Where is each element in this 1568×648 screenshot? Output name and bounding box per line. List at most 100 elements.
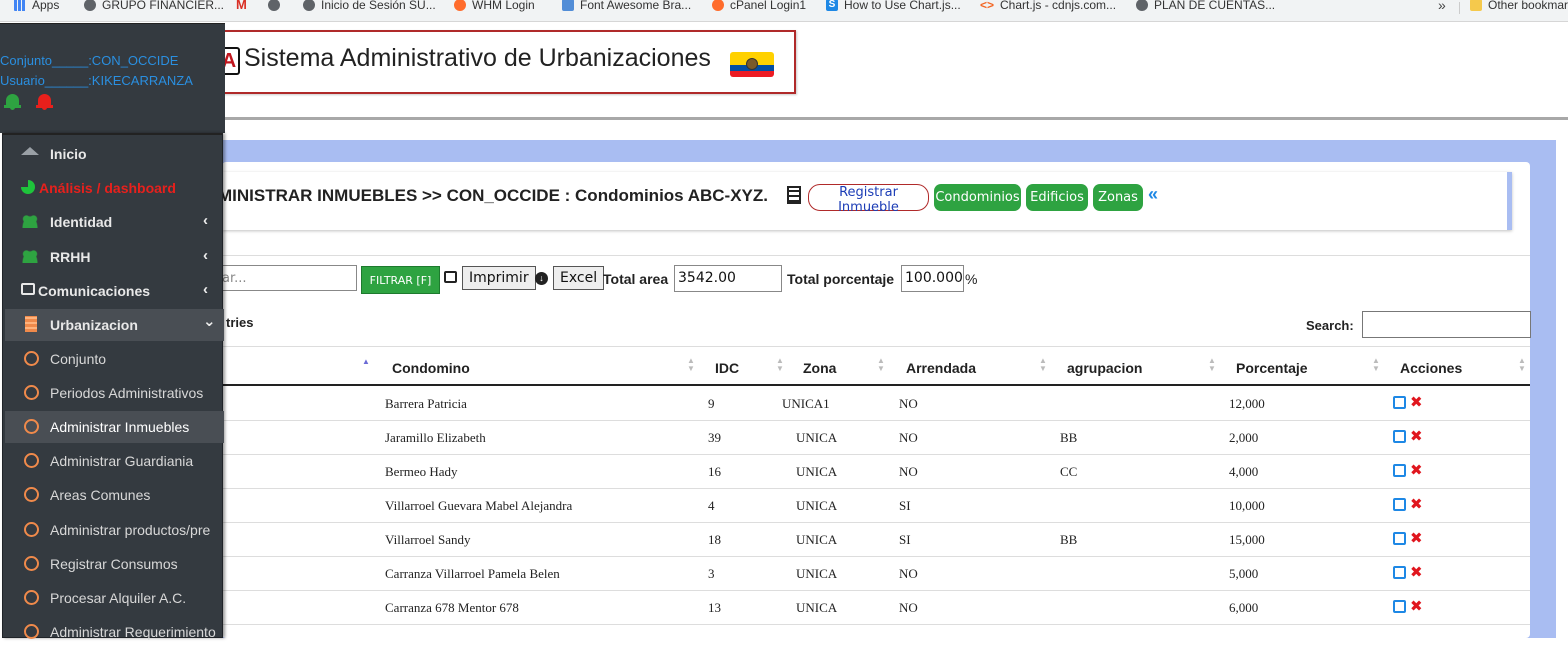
sidebar-subitem-inmuebles[interactable]: Administrar Inmuebles: [5, 411, 224, 443]
bookmark-apps[interactable]: Apps: [14, 0, 59, 12]
filter-button[interactable]: FILTRAR [F]: [361, 266, 440, 294]
sort-icon[interactable]: ▲ ▼: [1518, 357, 1526, 373]
sidebar-subitem-productos[interactable]: Administrar productos/pre: [5, 514, 224, 546]
col-arrendada[interactable]: Arrendada: [906, 360, 976, 376]
percent-sign: %: [965, 271, 978, 287]
bookmark-whm-login[interactable]: WHM Login: [454, 0, 535, 12]
bell-green-icon[interactable]: [4, 92, 21, 110]
sidebar-subitem-alquiler[interactable]: Procesar Alquiler A.C.: [5, 582, 224, 614]
cell-porcentaje: 12,000: [1229, 396, 1265, 411]
table-search-input[interactable]: [1362, 311, 1531, 338]
conjunto-link[interactable]: Conjunto_____:CON_OCCIDE: [0, 51, 178, 71]
sidebar-subitem-requerimientos[interactable]: Administrar Requerimiento: [5, 616, 224, 648]
bookmark-gmail[interactable]: M: [236, 0, 247, 12]
bookmarks-more-button[interactable]: »: [1438, 0, 1446, 13]
sidebar-subitem-periodos[interactable]: Periodos Administrativos: [5, 377, 224, 409]
col-zona[interactable]: Zona: [803, 360, 836, 376]
delete-icon[interactable]: ✖: [1410, 529, 1423, 547]
cell-zona: UNICA: [796, 498, 838, 513]
zonas-button[interactable]: Zonas: [1093, 184, 1143, 211]
col-condomino[interactable]: Condomino: [392, 360, 470, 376]
cell-idc: 39: [708, 430, 721, 445]
print-button[interactable]: Imprimir: [462, 266, 536, 290]
bookmark-other[interactable]: Other bookmarks: [1470, 0, 1568, 12]
col-agrupacion[interactable]: agrupacion: [1067, 360, 1142, 376]
table-row: Carranza 678 Mentor 678 13 UNICA NO 6,00…: [222, 591, 1530, 625]
bookmark-grupo-financiero[interactable]: GRUPO FINANCIER...: [84, 0, 224, 12]
divider: [222, 255, 1530, 256]
delete-icon[interactable]: ✖: [1410, 563, 1423, 581]
cell-idc: 9: [708, 396, 715, 411]
delete-icon[interactable]: ✖: [1410, 461, 1423, 479]
bookmark-plan-cuentas[interactable]: PLAN DE CUENTAS...: [1136, 0, 1275, 12]
cell-condomino: Jaramillo Elizabeth: [385, 430, 486, 445]
edit-icon[interactable]: [1393, 498, 1406, 511]
sidebar-item-urbanizacion[interactable]: Urbanizacion ⌄: [5, 309, 224, 341]
sort-icon[interactable]: ▲ ▼: [776, 357, 784, 373]
gmail-icon: M: [236, 0, 247, 12]
sort-icon[interactable]: ▲ ▼: [687, 357, 695, 373]
bookmark-globe[interactable]: [268, 0, 280, 12]
bookmark-font-awesome[interactable]: Font Awesome Bra...: [562, 0, 691, 12]
globe-icon: [303, 0, 315, 11]
filter-search-input[interactable]: ar...: [211, 265, 357, 291]
download-icon: ↓: [535, 272, 548, 285]
edit-icon[interactable]: [1393, 600, 1406, 613]
cell-agrupacion: BB: [1060, 430, 1078, 445]
cell-zona: UNICA: [796, 566, 838, 581]
delete-icon[interactable]: ✖: [1410, 597, 1423, 615]
sort-icon[interactable]: ▲ ▼: [1039, 357, 1047, 373]
cell-zona: UNICA1: [782, 396, 830, 411]
register-property-button[interactable]: Registrar Inmueble: [808, 184, 929, 215]
apps-grid-icon: [14, 0, 26, 11]
edit-icon[interactable]: [1393, 532, 1406, 545]
edit-icon[interactable]: [1393, 566, 1406, 579]
excel-button[interactable]: Excel: [553, 266, 605, 290]
edit-icon[interactable]: [1393, 396, 1406, 409]
usuario-link[interactable]: Usuario______:KIKECARRANZA: [0, 71, 193, 91]
col-acciones[interactable]: Acciones: [1400, 360, 1462, 376]
col-porcentaje[interactable]: Porcentaje: [1236, 360, 1308, 376]
sort-icon[interactable]: ▲ ▼: [1208, 357, 1216, 373]
double-chevron-left-icon[interactable]: «: [1148, 184, 1158, 205]
sidebar-item-comunicaciones[interactable]: Comunicaciones ‹: [5, 275, 224, 307]
total-area-input[interactable]: 3542.00: [674, 265, 782, 292]
cell-arrendada: NO: [899, 566, 918, 581]
table-row: Villarroel Guevara Mabel Alejandra 4 UNI…: [222, 489, 1530, 523]
condominios-button[interactable]: Condominios: [934, 184, 1021, 211]
sort-asc-icon[interactable]: ▲: [362, 357, 370, 366]
total-percent-input[interactable]: 100.000: [901, 265, 964, 292]
delete-icon[interactable]: ✖: [1410, 427, 1423, 445]
sidebar-item-dashboard[interactable]: Análisis / dashboard: [5, 172, 224, 204]
sidebar-item-rrhh[interactable]: RRHH ‹: [5, 241, 224, 273]
delete-icon[interactable]: ✖: [1410, 495, 1423, 513]
sort-icon[interactable]: ▲ ▼: [877, 357, 885, 373]
sidebar-subitem-consumos[interactable]: Registrar Consumos: [5, 548, 224, 580]
cell-zona: UNICA: [796, 532, 838, 547]
sidebar-subitem-conjunto[interactable]: Conjunto: [5, 343, 224, 375]
sidebar-subitem-areas-comunes[interactable]: Areas Comunes: [5, 479, 224, 511]
col-idc[interactable]: IDC: [715, 360, 739, 376]
users-icon: [21, 214, 39, 228]
delete-icon[interactable]: ✖: [1410, 393, 1423, 411]
edificios-button[interactable]: Edificios: [1026, 184, 1088, 211]
sort-icon[interactable]: ▲ ▼: [1372, 357, 1380, 373]
edit-icon[interactable]: [1393, 464, 1406, 477]
bookmark-chartjs-howto[interactable]: S How to Use Chart.js...: [826, 0, 961, 12]
bell-red-icon[interactable]: [36, 92, 53, 110]
bookmark-inicio-sesion[interactable]: Inicio de Sesión SU...: [303, 0, 436, 12]
cell-porcentaje: 6,000: [1229, 600, 1259, 615]
edit-icon[interactable]: [1393, 430, 1406, 443]
bookmark-chartjs-cdnjs[interactable]: <> Chart.js - cdnjs.com...: [980, 0, 1116, 12]
chevron-left-icon: ‹: [203, 247, 208, 264]
sidebar-item-identidad[interactable]: Identidad ‹: [5, 206, 224, 238]
cell-porcentaje: 10,000: [1229, 498, 1265, 513]
table-row: Barrera Patricia 9 UNICA1 NO 12,000 ✖: [222, 387, 1530, 421]
sidebar-subitem-guardiania[interactable]: Administrar Guardiania: [5, 445, 224, 477]
cell-arrendada: NO: [899, 464, 918, 479]
bookmark-cpanel-login[interactable]: cPanel Login1: [712, 0, 806, 12]
cell-zona: UNICA: [796, 600, 838, 615]
pie-chart-icon: [21, 180, 35, 194]
cell-agrupacion: BB: [1060, 532, 1078, 547]
sidebar-item-inicio[interactable]: Inicio: [5, 138, 224, 170]
